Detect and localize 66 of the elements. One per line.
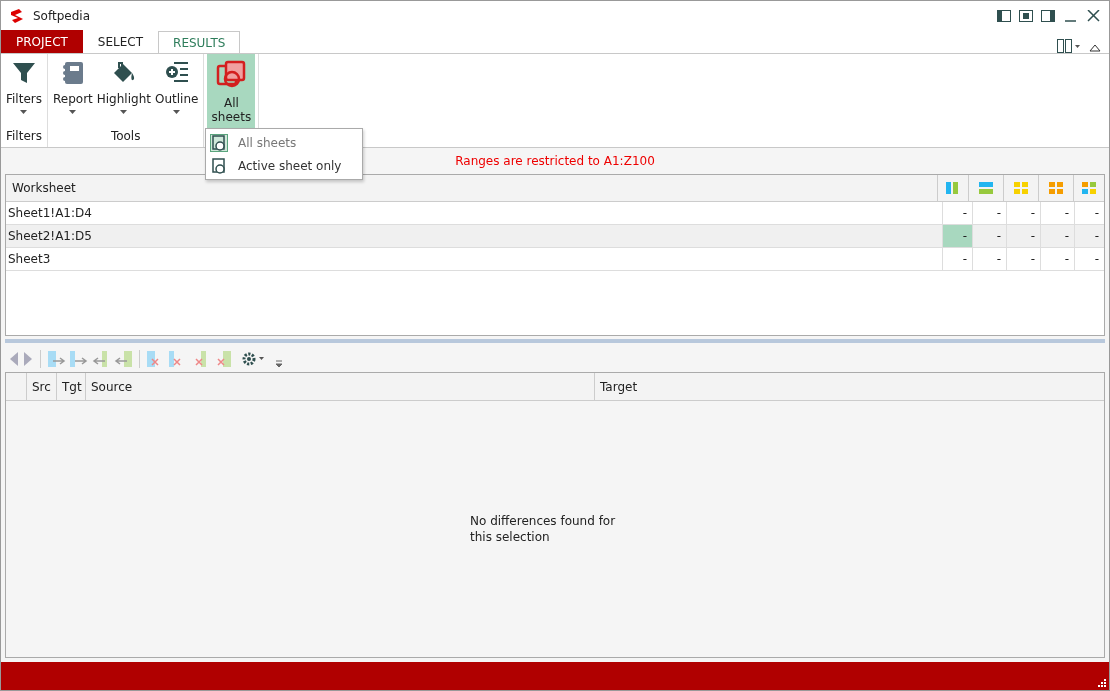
sheet-refresh-icon — [211, 134, 227, 151]
sheets-refresh-icon — [216, 60, 247, 90]
ribbon-button[interactable]: Highlight — [94, 54, 153, 129]
ribbon-tab[interactable]: RESULTS — [158, 31, 241, 54]
menu-item[interactable]: Active sheet only — [208, 154, 360, 177]
layout-column-icon — [1014, 182, 1028, 194]
ribbon-button[interactable]: Report — [51, 54, 95, 129]
table-cell: - — [1006, 248, 1040, 270]
collapse-icon[interactable] — [1089, 43, 1101, 53]
app-logo-icon — [9, 7, 25, 24]
table-cell-text: Sheet1!A1:D4 — [7, 205, 93, 222]
caret-icon — [20, 110, 28, 114]
window-title: Softpedia — [33, 8, 91, 23]
group-label: Tools — [109, 129, 142, 145]
close-icon[interactable] — [1087, 9, 1101, 22]
layout-column-icon — [946, 182, 960, 194]
table-cell: - — [1074, 248, 1104, 270]
table-cell: - — [972, 248, 1006, 270]
sheet-refresh-icon — [211, 157, 227, 174]
column-header: Source — [85, 373, 594, 400]
table-cell: - — [942, 202, 972, 224]
layout-column-icon — [979, 182, 993, 194]
column-header: Worksheet — [11, 180, 77, 197]
copy-arrow-icon[interactable] — [70, 351, 88, 367]
ribbon-button[interactable]: Outline — [152, 54, 201, 129]
table-cell: - — [972, 202, 1006, 224]
copy-arrow-icon[interactable] — [92, 351, 110, 367]
worksheet-row[interactable]: Sheet1!A1:D4 - - - - - — [6, 202, 1104, 225]
ribbon-tab[interactable]: PROJECT — [1, 30, 83, 53]
copy-arrow-icon[interactable] — [114, 351, 132, 367]
table-cell-text: Sheet2!A1:D5 — [7, 228, 93, 245]
table-cell: - — [1074, 225, 1104, 247]
table-cell: - — [1040, 248, 1074, 270]
caret-icon — [69, 110, 77, 114]
settings-icon[interactable] — [241, 351, 265, 367]
group-label: Filters — [5, 129, 43, 145]
overflow-icon[interactable] — [275, 360, 283, 368]
column-header: Src — [26, 373, 56, 400]
layout-column-icon — [1049, 182, 1063, 194]
dock-right-icon[interactable] — [1041, 9, 1055, 22]
resize-grip-icon[interactable] — [1096, 677, 1106, 687]
dock-center-icon[interactable] — [1019, 9, 1033, 22]
ribbon-button[interactable]: Filters — [4, 54, 44, 129]
column-header: Tgt — [56, 373, 85, 400]
worksheet-row[interactable]: Sheet2!A1:D5 - - - - - — [6, 225, 1104, 248]
table-cell: - — [1040, 202, 1074, 224]
table-cell: - — [942, 248, 972, 270]
table-cell: - — [1006, 202, 1040, 224]
table-cell: - — [1074, 202, 1104, 224]
layout-column-icon — [1082, 182, 1096, 194]
table-cell-text: Sheet3 — [7, 251, 52, 268]
table-cell: - — [942, 225, 972, 247]
table-cell: - — [972, 225, 1006, 247]
table-cell: - — [1040, 225, 1074, 247]
menu-item[interactable]: All sheets — [208, 131, 360, 154]
notice-text: Ranges are restricted to A1:Z100 — [455, 154, 655, 168]
worksheet-row[interactable]: Sheet3 - - - - - — [6, 248, 1104, 271]
caret-icon — [120, 110, 128, 114]
copy-arrow-icon[interactable] — [48, 351, 66, 367]
column-header: Target — [594, 373, 1104, 400]
funnel-icon — [11, 60, 37, 86]
table-cell: - — [1006, 225, 1040, 247]
caret-icon — [173, 110, 181, 114]
dock-left-icon[interactable] — [997, 9, 1011, 22]
empty-message: No differences found for this selection — [470, 513, 617, 545]
layout-icon[interactable] — [1057, 39, 1081, 53]
